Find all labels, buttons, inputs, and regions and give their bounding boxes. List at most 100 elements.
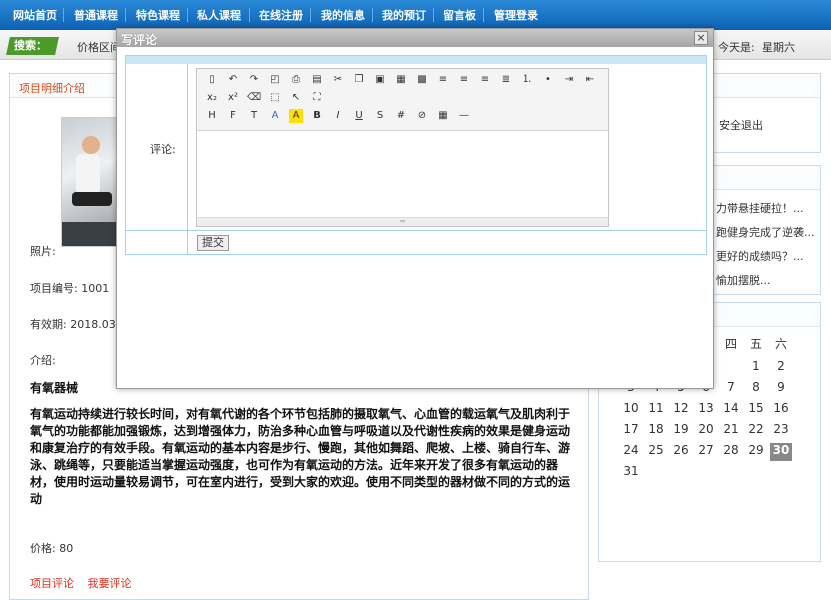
italic-icon[interactable]: I [331,109,345,123]
template-icon[interactable]: ▤ [310,73,324,87]
calendar-day[interactable]: 13 [695,401,717,419]
line-height-icon[interactable]: # [394,109,408,123]
nav-register[interactable]: 在线注册 [259,7,303,23]
calendar-today[interactable]: 30 [770,443,792,461]
nav-admin-login[interactable]: 管理登录 [494,7,538,23]
calendar-day[interactable]: 27 [695,443,717,461]
intro-title: 有氧器械 [30,381,79,395]
undo-icon[interactable]: ↶ [226,73,240,87]
paste-icon[interactable]: ▣ [373,73,387,87]
preview-icon[interactable]: ◰ [268,73,282,87]
calendar-day[interactable]: 29 [745,443,767,461]
calendar-day[interactable]: 24 [620,443,642,461]
nav-separator [372,8,373,22]
news-item[interactable]: 更好的成绩吗？... [716,248,804,264]
logout-link[interactable]: 安全退出 [719,117,763,133]
calendar-day[interactable]: 18 [645,422,667,440]
price-range-label[interactable]: 价格区间 [77,39,121,55]
calendar-day[interactable]: 15 [745,401,767,419]
paste-word-icon[interactable]: ▩ [415,73,429,87]
nav-regular-courses[interactable]: 普通课程 [74,7,118,23]
bold-icon[interactable]: B [310,109,324,123]
calendar-day[interactable]: 19 [670,422,692,440]
redo-icon[interactable]: ↷ [247,73,261,87]
calendar-day[interactable]: 31 [620,464,642,482]
indent-icon[interactable]: ⇥ [562,73,576,87]
calendar-day[interactable]: 17 [620,422,642,440]
write-comment-dialog: 写评论 × 评论: ▯ ↶ ↷ ◰ ⎙ ▤ ✂ ❐ ▣ ▦ ▩ ≡ ≡ ≡ ≣ ⒈ • ⇥ ⇤ x₂ x² ⌫ ⬚ ↖ ⛶ H F T… [116,28,714,389]
rich-text-editor: ▯ ↶ ↷ ◰ ⎙ ▤ ✂ ❐ ▣ ▦ ▩ ≡ ≡ ≡ ≣ ⒈ • ⇥ ⇤ x₂ x² ⌫ ⬚ ↖ ⛶ H F T A A B I U S # ⊘ ▦ —… [196,68,609,227]
nav-private-courses[interactable]: 私人课程 [197,7,241,23]
calendar-day[interactable]: 16 [770,401,792,419]
calendar-day[interactable]: 14 [720,401,742,419]
comment-links: 项目评论 我要评论 [30,575,142,591]
write-comment-link[interactable]: 我要评论 [88,577,132,590]
calendar-day[interactable]: 26 [670,443,692,461]
select-all-icon[interactable]: ⬚ [268,91,282,105]
justify-icon[interactable]: ≣ [499,73,513,87]
nav-separator [249,8,250,22]
font-size-icon[interactable]: T [247,109,261,123]
nav-featured-courses[interactable]: 特色课程 [136,7,180,23]
calendar-day[interactable]: 28 [720,443,742,461]
calendar-weekday-header: 六 [774,337,787,351]
fullscreen-icon[interactable]: ⛶ [310,91,324,105]
table-icon[interactable]: ▦ [436,109,450,123]
subscript-icon[interactable]: x₂ [205,91,219,105]
news-item[interactable]: 愉加摆脱... [716,272,771,288]
underline-icon[interactable]: U [352,109,366,123]
nav-my-info[interactable]: 我的信息 [321,7,365,23]
remove-format-icon[interactable]: ⊘ [415,109,429,123]
editor-resize-handle[interactable]: ═ [197,217,608,226]
font-family-icon[interactable]: F [226,109,240,123]
clear-format-icon[interactable]: ⌫ [247,91,261,105]
editor-toolbar: ▯ ↶ ↷ ◰ ⎙ ▤ ✂ ❐ ▣ ▦ ▩ ≡ ≡ ≡ ≣ ⒈ • ⇥ ⇤ x₂ x² ⌫ ⬚ ↖ ⛶ H F T A A B I U S # ⊘ ▦ — [197,69,608,131]
outdent-icon[interactable]: ⇤ [583,73,597,87]
calendar-day[interactable]: 25 [645,443,667,461]
project-comments-link[interactable]: 项目评论 [30,577,74,590]
unordered-list-icon[interactable]: • [541,73,555,87]
calendar-day[interactable]: 20 [695,422,717,440]
align-center-icon[interactable]: ≡ [457,73,471,87]
font-color-icon[interactable]: A [268,109,282,123]
calendar-day[interactable]: 22 [745,422,767,440]
calendar-day[interactable]: 23 [770,422,792,440]
calendar-day[interactable]: 10 [620,401,642,419]
heading-icon[interactable]: H [205,109,219,123]
align-right-icon[interactable]: ≡ [478,73,492,87]
dialog-title: 写评论 [121,33,158,47]
nav-separator [63,8,64,22]
calendar-day[interactable]: 1 [745,359,767,377]
source-icon[interactable]: ▯ [205,73,219,87]
nav-separator [187,8,188,22]
copy-icon[interactable]: ❐ [352,73,366,87]
news-item[interactable]: 跑健身完成了逆袭... [716,224,815,240]
hr-icon[interactable]: — [457,109,471,123]
nav-separator [125,8,126,22]
calendar-day[interactable]: 2 [770,359,792,377]
calendar-day[interactable]: 7 [720,380,742,398]
nav-message-board[interactable]: 留言板 [443,7,476,23]
editor-content-area[interactable] [197,132,608,216]
print-icon[interactable]: ⎙ [289,73,303,87]
superscript-icon[interactable]: x² [226,91,240,105]
calendar-day[interactable]: 12 [670,401,692,419]
highlight-icon[interactable]: A [289,109,303,123]
paste-text-icon[interactable]: ▦ [394,73,408,87]
news-item[interactable]: 力带悬挂硬拉！... [716,200,804,216]
nav-separator [433,8,434,22]
nav-home[interactable]: 网站首页 [13,7,57,23]
calendar-day[interactable]: 8 [745,380,767,398]
calendar-day[interactable]: 9 [770,380,792,398]
link-icon[interactable]: ↖ [289,91,303,105]
close-icon[interactable]: × [694,31,708,45]
calendar-day[interactable]: 11 [645,401,667,419]
dialog-titlebar: 写评论 × [117,29,713,47]
strikethrough-icon[interactable]: S [373,109,387,123]
calendar-day[interactable]: 21 [720,422,742,440]
cut-icon[interactable]: ✂ [331,73,345,87]
align-left-icon[interactable]: ≡ [436,73,450,87]
nav-my-bookings[interactable]: 我的预订 [382,7,426,23]
ordered-list-icon[interactable]: ⒈ [520,73,534,87]
submit-button[interactable]: 提交 [197,235,229,251]
